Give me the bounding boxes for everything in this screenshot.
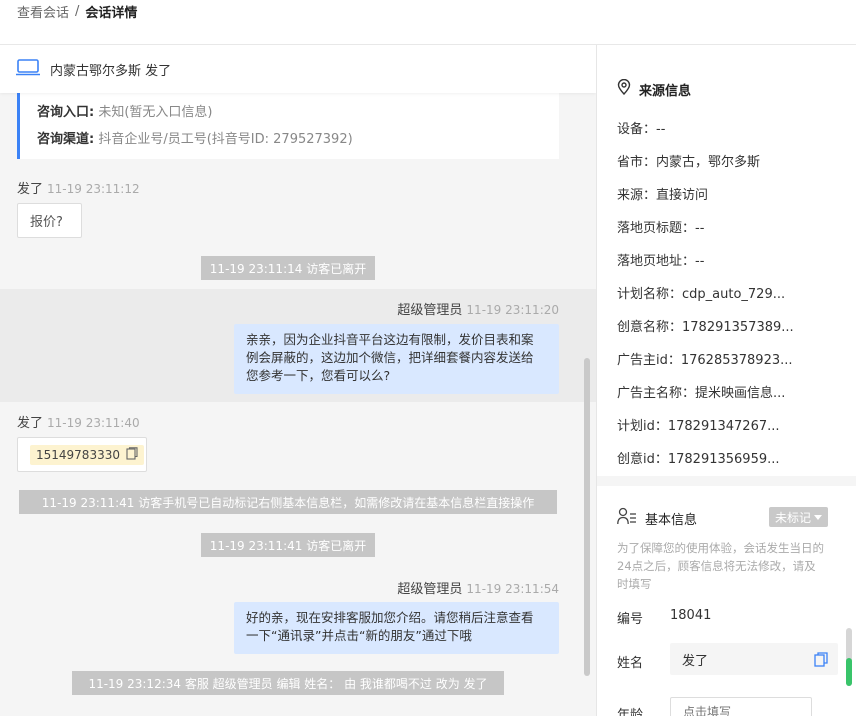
caret-down-icon	[814, 510, 823, 524]
user-list-icon	[617, 507, 637, 529]
chat-scrollbar[interactable]	[584, 358, 590, 676]
source-creative-name: 创意名称：178291357389...	[617, 320, 794, 335]
visitor-name: 内蒙古鄂尔多斯 发了	[50, 63, 172, 79]
copy-icon[interactable]	[126, 446, 138, 463]
breadcrumb-parent[interactable]: 查看会话	[17, 2, 69, 21]
source-landing-url: 落地页地址：--	[617, 254, 705, 269]
edit-notice: 为了保障您的使用体验，会话发生当日的24点之后，顾客信息将无法修改，请及时填写	[617, 541, 824, 591]
copy-icon[interactable]	[814, 652, 828, 671]
id-label: 编号	[617, 612, 644, 627]
system-message: 11-19 23:11:41 访客已离开	[201, 533, 375, 557]
breadcrumb-separator: /	[75, 3, 80, 19]
visitor-message-bubble: 报价?	[17, 203, 82, 238]
source-region: 省市：内蒙古，鄂尔多斯	[617, 155, 761, 170]
source-plan-id: 计划id：178291347267...	[617, 419, 780, 434]
source-advertiser-id: 广告主id：176285378923...	[617, 353, 793, 368]
name-field[interactable]: 发了	[670, 643, 838, 675]
panel-scrollbar-thumb[interactable]	[846, 658, 852, 686]
id-value: 18041	[670, 608, 712, 623]
source-device: 设备：--	[617, 122, 666, 137]
agent-message-bubble: 好的亲，现在安排客服加您介绍。请您稍后注意查看 一下“通讯录”并点击“新的朋友”…	[234, 602, 559, 654]
message-sender: 超级管理员 11-19 23:11:54	[397, 582, 559, 597]
phone-number-chip[interactable]: 15149783330	[30, 444, 144, 465]
agent-message-bubble: 亲亲，因为企业抖音平台这边有限制，发价目表和案 例会屏蔽的，这边加个微信，把详细…	[234, 324, 559, 394]
panel-section-divider	[597, 476, 856, 486]
name-label: 姓名	[617, 656, 644, 671]
message-sender: 发了 11-19 23:11:12	[17, 182, 140, 197]
message-sender: 超级管理员 11-19 23:11:20	[397, 303, 559, 318]
chat-header: 内蒙古鄂尔多斯 发了	[0, 45, 596, 93]
visitor-message-bubble: 15149783330	[17, 437, 147, 472]
age-label: 年龄	[617, 708, 644, 716]
system-message: 11-19 23:12:34 客服 超级管理员 编辑 姓名： 由 我谁都喝不过 …	[72, 671, 504, 695]
consult-channel-row: 咨询渠道: 抖音企业号/员工号(抖音号ID: 279527392)	[37, 132, 353, 147]
chat-area: 内蒙古鄂尔多斯 发了 咨询入口: 未知(暂无入口信息) 咨询渠道: 抖音企业号/…	[0, 45, 596, 716]
system-message: 11-19 23:11:41 访客手机号已自动标记右侧基本信息栏，如需修改请在基…	[19, 490, 557, 514]
mark-status-dropdown[interactable]: 未标记	[769, 507, 829, 527]
basic-info-title: 基本信息	[617, 507, 697, 529]
source-landing-title: 落地页标题：--	[617, 221, 705, 236]
computer-icon	[16, 58, 40, 80]
source-info-title: 来源信息	[617, 78, 691, 99]
consult-entry-row: 咨询入口: 未知(暂无入口信息)	[37, 105, 213, 120]
source-origin: 来源：直接访问	[617, 188, 709, 203]
message-sender: 发了 11-19 23:11:40	[17, 416, 140, 431]
location-pin-icon	[617, 78, 631, 99]
breadcrumb-current: 会话详情	[85, 5, 138, 21]
source-plan-name: 计划名称：cdp_auto_729...	[617, 287, 786, 302]
age-input[interactable]	[670, 697, 812, 716]
source-creative-id: 创意id：178291356959...	[617, 452, 780, 467]
visitor-info-panel: 来源信息 设备：-- 省市：内蒙古，鄂尔多斯 来源：直接访问 落地页标题：-- …	[597, 45, 856, 716]
system-message: 11-19 23:11:14 访客已离开	[201, 256, 375, 280]
consult-info-card: 咨询入口: 未知(暂无入口信息) 咨询渠道: 抖音企业号/员工号(抖音号ID: …	[17, 93, 559, 159]
source-advertiser-name: 广告主名称：提米映画信息...	[617, 386, 786, 401]
breadcrumb: 查看会话 / 会话详情	[17, 2, 138, 21]
